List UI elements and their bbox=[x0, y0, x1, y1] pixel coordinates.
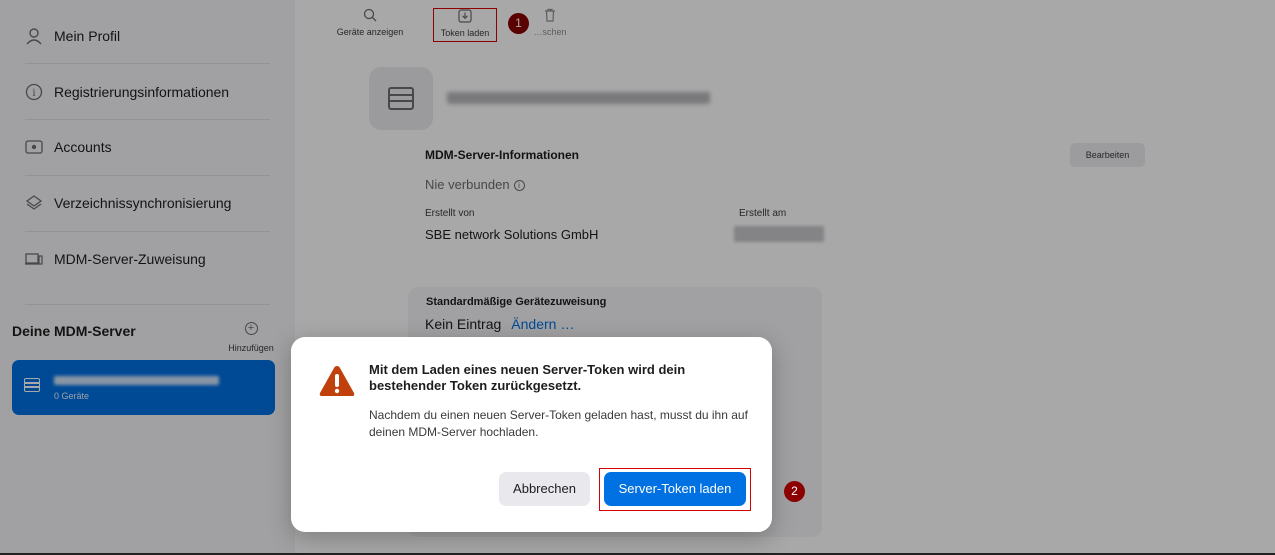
confirm-dialog: Mit dem Laden eines neuen Server-Token w… bbox=[291, 337, 772, 532]
step-badge-2: 2 bbox=[784, 481, 805, 502]
load-server-token-button[interactable]: Server-Token laden bbox=[604, 472, 746, 506]
dialog-message: Nachdem du einen neuen Server-Token gela… bbox=[369, 408, 748, 439]
dialog-title: Mit dem Laden eines neuen Server-Token w… bbox=[369, 362, 686, 393]
warning-icon bbox=[318, 364, 356, 398]
cancel-button[interactable]: Abbrechen bbox=[499, 472, 590, 506]
